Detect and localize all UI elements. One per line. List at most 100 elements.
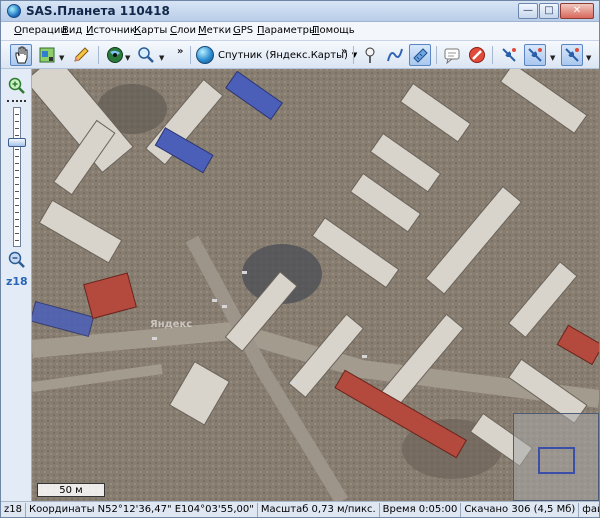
- menu-marks[interactable]: Метки: [198, 25, 231, 36]
- zoom-grip: [7, 100, 26, 102]
- zoom-tick: [15, 135, 19, 136]
- menu-accelerator: О: [14, 25, 22, 36]
- ruler-icon: [413, 48, 428, 63]
- map-view[interactable]: Яндекс 50 м: [32, 69, 599, 501]
- zoom-tick: [15, 219, 19, 220]
- menu-accelerator: И: [86, 25, 94, 36]
- zoom-tick: [15, 114, 19, 115]
- pencil-icon: [74, 47, 89, 62]
- map-pin-icon: [365, 47, 375, 63]
- zoom-tick: [15, 198, 19, 199]
- menu-accelerator: М: [198, 25, 207, 36]
- menu-settings[interactable]: Параметры: [257, 25, 317, 36]
- menu-help[interactable]: Помощь: [312, 25, 355, 36]
- zoom-tick: [15, 184, 19, 185]
- menu-accelerator: G: [233, 25, 241, 36]
- zoom-tick: [15, 170, 19, 171]
- toolbar-separator: [190, 46, 191, 64]
- globe-button[interactable]: [104, 44, 126, 66]
- status-file: файл: [582, 503, 599, 515]
- zoom-out-button[interactable]: [8, 251, 25, 268]
- hand-pan-icon: [15, 46, 28, 64]
- pencil-button[interactable]: [70, 44, 92, 66]
- zoom-slider-thumb[interactable]: [8, 138, 26, 147]
- balloon-button[interactable]: [441, 44, 463, 66]
- scale-bar-label: 50 м: [59, 484, 83, 496]
- chevron-down-icon[interactable]: ▼: [550, 54, 555, 62]
- hand-pan-button[interactable]: [10, 44, 32, 66]
- menu-source[interactable]: Источник: [86, 25, 136, 36]
- window-title: SAS.Планета 110418: [26, 4, 170, 18]
- zoom-tick: [15, 233, 19, 234]
- chevron-down-icon[interactable]: ▼: [125, 54, 130, 62]
- status-zoom: z18: [1, 502, 26, 517]
- gps-satellite-button[interactable]: [498, 44, 520, 66]
- gps-center-icon: [565, 48, 579, 62]
- toolbar-overflow-icon[interactable]: »: [177, 46, 183, 57]
- minimap[interactable]: [513, 413, 599, 501]
- toolbar-separator: [98, 46, 99, 64]
- zoom-tick: [15, 128, 19, 129]
- zoom-tick: [15, 240, 19, 241]
- stop-icon: [469, 47, 485, 63]
- zoom-tick: [15, 226, 19, 227]
- menu-accelerator: В: [62, 25, 69, 36]
- menu-accelerator: П: [257, 25, 265, 36]
- title-bar[interactable]: SAS.Планета 110418 — □ ✕: [1, 1, 599, 22]
- map-source-select[interactable]: Спутник (Яндекс.Карты) ▼: [196, 45, 357, 65]
- app-globe-icon: [7, 4, 21, 18]
- map-source-globe-icon: [196, 46, 214, 64]
- globe-icon: [107, 47, 123, 63]
- zoom-tick: [15, 205, 19, 206]
- status-bar: z18 Координаты N52°12'36,47" E104°03'55,…: [1, 501, 599, 517]
- close-button[interactable]: ✕: [560, 3, 594, 19]
- zoom-tick: [15, 149, 19, 150]
- chevron-down-icon[interactable]: ▼: [586, 54, 591, 62]
- gps-center-button[interactable]: [561, 44, 583, 66]
- zoom-tick: [15, 191, 19, 192]
- gps-track-button[interactable]: [524, 44, 546, 66]
- status-scale: Масштаб 0,73 м/пикс.: [258, 502, 380, 517]
- balloon-icon: [444, 48, 460, 64]
- minimap-viewport[interactable]: [538, 447, 575, 474]
- menu-maps[interactable]: Карты: [134, 25, 167, 36]
- menu-layers[interactable]: Слои: [170, 25, 196, 36]
- zoom-tick: [15, 156, 19, 157]
- chevron-down-icon[interactable]: ▼: [59, 54, 64, 62]
- magnifier-icon: [138, 47, 154, 63]
- gps-track-icon: [528, 48, 542, 62]
- maximize-button[interactable]: □: [539, 3, 559, 19]
- minimize-button[interactable]: —: [518, 3, 538, 19]
- zoom-tick: [15, 163, 19, 164]
- zoom-tick: [15, 212, 19, 213]
- app-window: SAS.Планета 110418 — □ ✕ Операции Вид Ис…: [0, 0, 600, 518]
- zoom-slider-track[interactable]: [13, 107, 21, 247]
- gps-satellite-icon: [502, 48, 516, 62]
- chevron-down-icon[interactable]: ▼: [159, 54, 164, 62]
- map-pin-button[interactable]: [359, 44, 381, 66]
- menu-accelerator: С: [170, 25, 177, 36]
- menu-view[interactable]: Вид: [62, 25, 82, 36]
- toolbar-separator: [492, 46, 493, 64]
- map-watermark: Яндекс: [150, 319, 193, 330]
- menu-operations[interactable]: Операции: [14, 25, 67, 36]
- zoom-tick: [15, 177, 19, 178]
- toolbar-overflow-icon[interactable]: »: [341, 46, 347, 57]
- ruler-button[interactable]: [409, 44, 431, 66]
- status-coordinates: Координаты N52°12'36,47" E104°03'55,00": [26, 502, 258, 517]
- zoom-out-icon: [8, 251, 25, 268]
- zoom-level-label: z18: [6, 275, 28, 288]
- zoom-tick: [15, 121, 19, 122]
- menu-gps[interactable]: GPS: [233, 25, 253, 36]
- magnifier-button[interactable]: [135, 44, 157, 66]
- scale-bar: 50 м: [37, 483, 105, 497]
- menu-accelerator: П: [312, 25, 320, 36]
- zoom-in-button[interactable]: [8, 77, 25, 94]
- status-time: Время 0:05:00: [380, 502, 462, 517]
- toolbar-separator: [436, 46, 437, 64]
- menu-accelerator: К: [134, 25, 142, 36]
- route-path-button[interactable]: [384, 44, 406, 66]
- status-downloaded: Скачано 306 (4,5 Мб): [461, 502, 580, 517]
- layer-select-button[interactable]: [36, 44, 58, 66]
- stop-button[interactable]: [466, 44, 488, 66]
